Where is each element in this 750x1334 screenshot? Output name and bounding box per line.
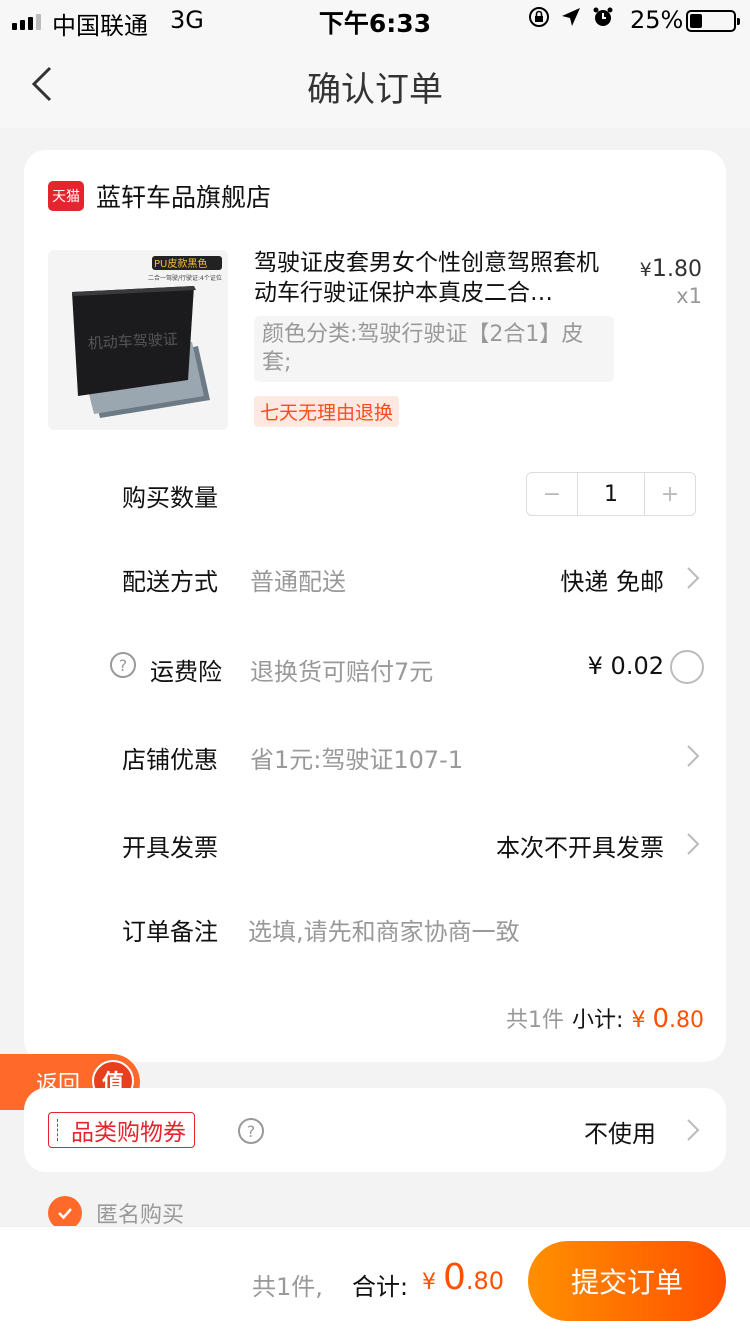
quantity-label: 购买数量 [122,484,218,512]
total-symbol: ¥ [422,1270,436,1295]
chevron-right-icon [687,745,700,767]
battery-fill [690,14,702,28]
submit-order-button[interactable]: 提交订单 [528,1241,726,1321]
thumb-badge: PU皮款黑色 [154,257,207,270]
battery-icon [686,10,740,32]
price-symbol: ¥ [639,259,652,281]
subtotal: 共1件 小计: ¥ 0.80 [506,1002,704,1034]
location-arrow-icon [562,8,580,26]
decrement-button[interactable]: − [527,473,577,515]
status-icons [528,6,614,28]
product-price: ¥1.80 [640,254,702,282]
total-amount: ¥ 0.80 [422,1257,504,1298]
insurance-price: ¥ 0.02 [587,652,664,680]
quantity-value[interactable]: 1 [577,473,645,515]
note-label: 订单备注 [122,918,218,946]
voucher-value: 不使用 [584,1120,656,1148]
discount-label: 店铺优惠 [122,746,218,774]
shop-header[interactable]: 天猫 蓝轩车品旗舰店 [48,178,271,214]
subtotal-symbol: ¥ [631,1008,646,1033]
checkmark-icon[interactable] [48,1196,82,1230]
total-dec: .80 [465,1267,505,1295]
price-dec: .80 [667,257,702,282]
total-label: 合计: [352,1273,409,1301]
quantity-stepper[interactable]: − 1 + [526,472,696,516]
page-title: 确认订单 [307,70,443,110]
battery-percent: 25% [630,6,684,34]
chevron-right-icon [687,1119,700,1141]
subtotal-dec: .80 [669,1008,704,1033]
increment-button[interactable]: + [645,473,695,515]
chevron-right-icon [687,833,700,855]
invoice-row[interactable]: 开具发票 本次不开具发票 [24,814,726,874]
chevron-right-icon [687,567,700,589]
delivery-method: 快递 免邮 [560,568,664,596]
note-row: 订单备注 选填,请先和商家协商一致 [24,898,726,958]
tmall-logo-icon: 天猫 [48,181,84,211]
order-card: 天猫 蓝轩车品旗舰店 PU皮款黑色 二合一驾驶/行驶证:4个证位 机动车驾驶证 … [24,150,726,1062]
delivery-row[interactable]: 配送方式 普通配送 快递 免邮 [24,548,726,608]
orientation-lock-icon [529,7,549,27]
voucher-card[interactable]: 品类购物券 ? 不使用 [24,1088,726,1172]
total-int: 0 [443,1257,466,1298]
price-int: 1 [651,254,667,282]
item-count: 共1件 [506,1008,565,1033]
insurance-label: 运费险 [150,658,222,686]
anonymous-purchase[interactable]: 匿名购买 [48,1196,184,1230]
insurance-radio[interactable] [670,650,704,684]
help-icon[interactable]: ? [238,1118,264,1144]
status-bar: 中国联通 3G 下午6:33 25% [0,0,750,40]
product-thumbnail[interactable]: PU皮款黑色 二合一驾驶/行驶证:4个证位 机动车驾驶证 [48,250,228,430]
sku-text: 颜色分类:驾驶行驶证【2合1】皮套; [254,316,614,382]
insurance-value: 退换货可赔付7元 [250,658,434,686]
total-count: 共1件, [252,1273,323,1301]
anonymous-label: 匿名购买 [96,1203,185,1228]
voucher-tag: 品类购物券 [48,1112,195,1148]
delivery-label: 配送方式 [122,568,218,596]
subtotal-int: 0 [652,1004,669,1034]
discount-row[interactable]: 店铺优惠 省1元:驾驶证107-1 [24,726,726,786]
subtotal-label: 小计: [572,1008,624,1033]
insurance-row: 运费险 退换货可赔付7元 ¥ 0.02 [24,638,726,698]
nav-bar: 确认订单 [0,40,750,128]
note-input[interactable]: 选填,请先和商家协商一致 [248,912,520,947]
alarm-icon [593,7,613,26]
shop-name: 蓝轩车品旗舰店 [96,183,272,212]
product-qty: x1 [676,284,702,308]
wallet-image: PU皮款黑色 二合一驾驶/行驶证:4个证位 机动车驾驶证 [72,256,222,418]
return-tag: 七天无理由退换 [254,396,400,427]
invoice-label: 开具发票 [122,834,218,862]
thumb-subtitle: 二合一驾驶/行驶证:4个证位 [148,274,222,282]
bottom-bar: 共1件, 合计: ¥ 0.80 提交订单 [0,1226,750,1334]
invoice-value: 本次不开具发票 [496,834,664,862]
product-title[interactable]: 驾驶证皮套男女个性创意驾照套机动车行驶证保护本真皮二合… [254,248,614,308]
delivery-value: 普通配送 [250,568,346,596]
discount-value: 省1元:驾驶证107-1 [250,746,464,774]
subtotal-amount: ¥ 0.80 [631,1004,704,1034]
